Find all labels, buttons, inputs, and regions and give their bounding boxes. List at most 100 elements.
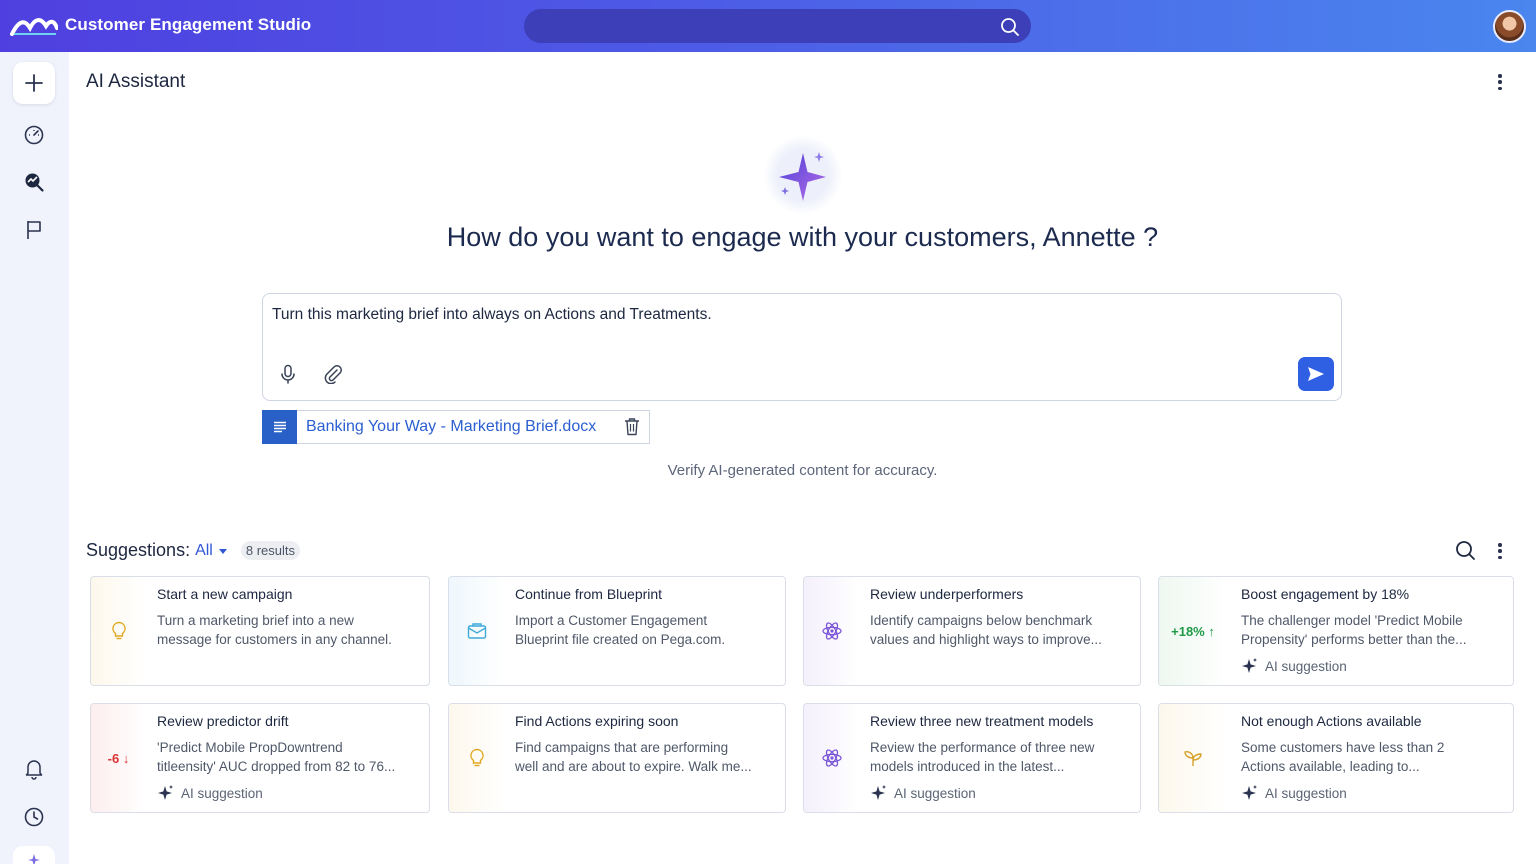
sparkle-icon	[871, 785, 886, 800]
card-desc-line: The challenger model 'Predict Mobile	[1241, 613, 1463, 628]
card-desc-line: well and are about to expire. Walk me...	[515, 759, 752, 774]
ai-disclaimer: Verify AI-generated content for accuracy…	[667, 462, 938, 479]
card-metric-strip: +18% ↑	[1159, 577, 1227, 685]
prompt-text[interactable]: Turn this marketing brief into always on…	[272, 306, 712, 324]
suggestion-card[interactable]: Review three new treatment models Review…	[803, 703, 1141, 813]
lightbulb-icon	[469, 748, 484, 767]
suggestions-filter-dropdown[interactable]: All	[195, 542, 227, 560]
suggestion-card[interactable]: +18% ↑ Boost engagement by 18% The chall…	[1158, 576, 1514, 686]
search-insight-icon	[25, 173, 44, 192]
suggestion-card[interactable]: -6 ↓ Review predictor drift 'Predict Mob…	[90, 703, 430, 813]
attached-file-name[interactable]: Banking Your Way - Marketing Brief.docx	[306, 418, 596, 436]
card-desc-line: message for customers in any channel.	[157, 632, 392, 647]
suggestion-card[interactable]: Find Actions expiring soon Find campaign…	[448, 703, 786, 813]
user-avatar[interactable]	[1493, 10, 1526, 43]
card-description: 'Predict Mobile PropDowntrend titleensit…	[157, 738, 419, 776]
attached-file-chip[interactable]: Banking Your Way - Marketing Brief.docx	[262, 409, 650, 444]
search-icon[interactable]	[1455, 540, 1476, 561]
card-desc-line: 'Predict Mobile PropDowntrend	[157, 740, 343, 755]
suggestion-card[interactable]: Start a new campaign Turn a marketing br…	[90, 576, 430, 686]
atom-icon	[821, 749, 842, 767]
welcome-headline: How do you want to engage with your cust…	[446, 222, 1159, 252]
card-desc-line: models introduced in the latest...	[870, 759, 1065, 774]
ai-suggestion-tag: AI suggestion	[157, 784, 263, 802]
suggestions-label: Suggestions:	[86, 540, 191, 560]
nav-ai-assistant[interactable]	[13, 161, 55, 203]
card-description: Find campaigns that are performing well …	[515, 738, 777, 776]
attach-icon[interactable]	[323, 364, 343, 384]
card-desc-line: titleensity' AUC dropped from 82 to 76..…	[157, 759, 396, 774]
card-icon-strip	[91, 577, 146, 685]
card-desc-line: Some customers have less than 2	[1241, 740, 1445, 755]
card-title: Not enough Actions available	[1241, 713, 1422, 729]
search-icon[interactable]	[1000, 17, 1020, 37]
sprout-icon	[1184, 751, 1202, 766]
suggestion-card[interactable]: Not enough Actions available Some custom…	[1158, 703, 1514, 813]
ai-suggestion-tag: AI suggestion	[1241, 784, 1347, 802]
card-description: Turn a marketing brief into a new messag…	[157, 611, 419, 649]
top-bar: Customer Engagement Studio	[0, 0, 1536, 52]
sparkle-icon	[1242, 785, 1257, 800]
create-button[interactable]	[13, 62, 55, 104]
ai-sparkle-icon	[763, 135, 843, 215]
send-icon	[1308, 367, 1324, 381]
suggestions-header: Suggestions: All 8 results	[86, 540, 300, 561]
nav-history[interactable]	[13, 796, 55, 838]
ai-suggestion-label: AI suggestion	[1265, 658, 1347, 674]
send-button[interactable]	[1298, 357, 1334, 391]
sparkle-icon	[158, 785, 173, 800]
app-title: Customer Engagement Studio	[65, 15, 312, 34]
lightbulb-icon	[111, 621, 126, 640]
card-title: Boost engagement by 18%	[1241, 586, 1410, 602]
results-count-badge: 8 results	[240, 541, 300, 560]
document-icon	[262, 409, 297, 444]
card-title: Review predictor drift	[157, 713, 289, 729]
card-description: Import a Customer Engagement Blueprint f…	[515, 611, 777, 649]
metric-down-value: -6 ↓	[107, 750, 130, 766]
card-desc-line: Turn a marketing brief into a new	[157, 613, 354, 628]
microphone-icon[interactable]	[279, 364, 297, 384]
metric-up-value: +18% ↑	[1171, 623, 1215, 639]
card-icon-strip	[1159, 704, 1227, 812]
card-metric-strip: -6 ↓	[91, 704, 146, 812]
gauge-icon	[24, 125, 44, 145]
suggestion-card[interactable]: Continue from Blueprint Import a Custome…	[448, 576, 786, 686]
card-desc-line: Import a Customer Engagement	[515, 613, 708, 628]
bell-icon	[25, 760, 43, 780]
card-desc-line: Find campaigns that are performing	[515, 740, 729, 755]
chevron-down-icon[interactable]	[218, 549, 227, 554]
trash-icon[interactable]	[624, 417, 640, 436]
card-description: Identify campaigns below benchmark value…	[870, 611, 1132, 649]
nav-notifications[interactable]	[13, 748, 55, 790]
card-description: Some customers have less than 2 Actions …	[1241, 738, 1503, 776]
card-desc-line: values and highlight ways to improve...	[870, 632, 1102, 647]
card-title: Find Actions expiring soon	[515, 713, 679, 729]
suggestion-card[interactable]: Review underperformers Identify campaign…	[803, 576, 1141, 686]
global-search-input[interactable]	[524, 9, 1031, 43]
card-title: Continue from Blueprint	[515, 586, 663, 602]
ai-suggestion-label: AI suggestion	[181, 785, 263, 801]
prompt-input[interactable]: Turn this marketing brief into always on…	[262, 293, 1342, 401]
sparkle-icon	[1242, 658, 1257, 673]
suggestions-more-menu-icon[interactable]	[1491, 541, 1509, 561]
page-more-menu-icon[interactable]	[1491, 72, 1509, 92]
page-title: AI Assistant	[86, 71, 186, 92]
card-title: Review three new treatment models	[870, 713, 1094, 729]
clock-icon	[24, 807, 44, 827]
ai-suggestion-tag: AI suggestion	[870, 784, 976, 802]
card-icon-strip	[804, 577, 859, 685]
card-desc-line: Identify campaigns below benchmark	[870, 613, 1093, 628]
card-icon-strip	[804, 704, 859, 812]
ai-launcher-button[interactable]	[13, 846, 55, 864]
card-title: Review underperformers	[870, 586, 1024, 602]
card-desc-line: Propensity' performs better than the...	[1241, 632, 1467, 647]
ai-suggestion-label: AI suggestion	[894, 785, 976, 801]
suggestions-filter-value[interactable]: All	[195, 542, 213, 560]
ai-suggestion-tag: AI suggestion	[1241, 657, 1347, 675]
ai-suggestion-label: AI suggestion	[1265, 785, 1347, 801]
card-description: Review the performance of three new mode…	[870, 738, 1132, 776]
atom-icon	[821, 622, 842, 640]
card-desc-line: Blueprint file created on Pega.com.	[515, 632, 726, 647]
left-nav-rail	[0, 52, 69, 864]
nav-dashboard[interactable]	[13, 114, 55, 156]
